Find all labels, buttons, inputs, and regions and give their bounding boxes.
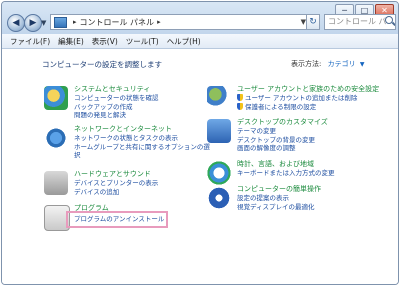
link-change-theme[interactable]: テーマの変更 [237, 127, 387, 136]
link-find-fix-problems[interactable]: 問題の発見と解決 [74, 111, 224, 120]
ease-of-access-icon[interactable] [207, 186, 231, 210]
users-icon[interactable] [207, 86, 231, 110]
link-parental-controls[interactable]: 保護者による制限の設定 [237, 102, 387, 112]
control-panel-icon [54, 16, 67, 28]
menu-edit[interactable]: 編集(E) [58, 36, 84, 47]
network-globe-icon[interactable] [44, 126, 68, 150]
view-by-chevron-down-icon[interactable]: ▼ [360, 61, 365, 68]
forward-button[interactable]: ▶ [24, 14, 42, 32]
category-title-clock-language-region[interactable]: 時計、言語、および地域 [237, 160, 387, 169]
link-create-backup[interactable]: バックアップの作成 [74, 103, 224, 112]
link-add-remove-user-accounts[interactable]: ユーザー アカウントの追加または削除 [237, 94, 387, 103]
view-by-control: 表示方法: カテゴリ ▼ [291, 59, 364, 69]
breadcrumb-separator-icon[interactable]: ▸ [73, 18, 77, 26]
search-icon[interactable] [385, 16, 393, 24]
search-input[interactable]: コントロール パ [324, 14, 396, 30]
category-title-network-internet[interactable]: ネットワークとインターネット [74, 125, 214, 134]
back-button[interactable]: ◀ [7, 14, 25, 32]
menu-bar: ファイル(F) 編集(E) 表示(V) ツール(T) ヘルプ(H) [2, 34, 398, 49]
printer-speaker-icon[interactable] [44, 171, 68, 195]
view-by-dropdown[interactable]: カテゴリ [328, 60, 356, 68]
uninstall-highlight-box [66, 211, 168, 228]
link-add-device[interactable]: デバイスの追加 [74, 188, 224, 197]
control-panel-window: ─ □ ✕ ◀ ▶ ▼ ▸ コントロール パネル ▸ ▼ ↻ コントロール パ … [1, 1, 399, 285]
uac-shield-icon [237, 102, 243, 110]
address-bar[interactable]: ▸ コントロール パネル ▸ ▼ [50, 14, 310, 30]
link-check-computer-status[interactable]: コンピューターの状態を確認 [74, 94, 224, 103]
view-by-label: 表示方法: [291, 60, 322, 68]
page-title: コンピューターの設定を調整します [42, 60, 162, 69]
content-area: コンピューターの設定を調整します 表示方法: カテゴリ ▼ システムとセキュリテ… [2, 49, 398, 284]
menu-help[interactable]: ヘルプ(H) [167, 36, 201, 47]
breadcrumb-separator-icon[interactable]: ▸ [157, 18, 161, 26]
category-title-hardware-sound[interactable]: ハードウェアとサウンド [74, 170, 224, 179]
menu-tools[interactable]: ツール(T) [126, 36, 159, 47]
category-title-system-security[interactable]: システムとセキュリティ [74, 85, 224, 94]
uac-shield-icon [237, 94, 243, 101]
desktop-appearance-icon[interactable] [207, 119, 231, 143]
link-change-keyboard-input[interactable]: キーボードまたは入力方式の変更 [237, 169, 387, 178]
link-homegroup-sharing-options[interactable]: ホームグループと共有に関するオプションの選択 [74, 143, 214, 160]
shield-monitor-icon[interactable] [44, 86, 68, 110]
link-network-status-tasks[interactable]: ネットワークの状態とタスクの表示 [74, 134, 214, 143]
title-bar: ─ □ ✕ ◀ ▶ ▼ ▸ コントロール パネル ▸ ▼ ↻ コントロール パ [2, 2, 398, 34]
link-optimize-visual-display[interactable]: 視覚ディスプレイの最適化 [237, 203, 387, 212]
link-suggested-settings[interactable]: 設定の提案の表示 [237, 194, 387, 203]
clock-globe-icon[interactable] [207, 161, 231, 185]
link-adjust-resolution[interactable]: 画面の解像度の調整 [237, 144, 387, 153]
search-placeholder: コントロール パ [328, 17, 387, 26]
breadcrumb-control-panel[interactable]: コントロール パネル [80, 17, 155, 28]
refresh-button[interactable]: ↻ [306, 14, 320, 30]
link-devices-printers[interactable]: デバイスとプリンターの表示 [74, 179, 224, 188]
link-change-background[interactable]: デスクトップの背景の変更 [237, 136, 387, 145]
category-title-ease-of-access[interactable]: コンピューターの簡単操作 [237, 185, 387, 194]
menu-view[interactable]: 表示(V) [92, 36, 118, 47]
category-title-appearance[interactable]: デスクトップのカスタマイズ [237, 118, 387, 127]
category-title-user-accounts[interactable]: ユーザー アカウントと家族のための安全設定 [237, 85, 387, 94]
menu-file[interactable]: ファイル(F) [10, 36, 50, 47]
recent-pages-chevron-down-icon[interactable]: ▼ [41, 19, 46, 27]
